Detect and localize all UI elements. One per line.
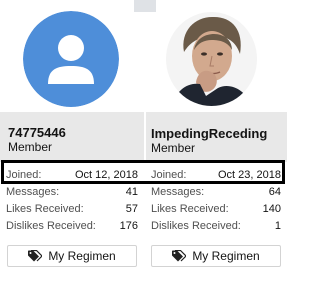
tag-icon xyxy=(172,250,187,262)
tag-icon xyxy=(28,250,43,262)
default-avatar-icon[interactable] xyxy=(23,11,119,107)
stat-label: Likes Received: xyxy=(6,203,84,215)
member-card-74775446: 74775446 Member Joined: Oct 12, 2018 Mes… xyxy=(0,0,146,282)
card-corner xyxy=(144,0,156,12)
stat-label: Messages: xyxy=(6,186,60,198)
stat-value: 1 xyxy=(274,220,281,232)
stat-label: Likes Received: xyxy=(151,203,229,215)
stat-value: 176 xyxy=(119,220,138,232)
stat-value[interactable]: 64 xyxy=(269,184,281,201)
stat-value[interactable]: 41 xyxy=(126,184,138,201)
username-link[interactable]: 74775446 xyxy=(8,125,66,140)
user-photo-avatar[interactable] xyxy=(166,12,257,106)
stat-value: 57 xyxy=(125,203,138,215)
member-card-impedingreceding: ImpedingReceding Member Joined: Oct 23, … xyxy=(144,0,287,282)
button-label: My Regimen xyxy=(192,249,260,263)
stat-messages: Messages: 64 xyxy=(151,184,281,201)
stat-likes-received: Likes Received: 140 xyxy=(151,201,281,218)
joined-row-highlight-box xyxy=(1,160,285,184)
button-label: My Regimen xyxy=(48,249,116,263)
stat-messages: Messages: 41 xyxy=(6,184,138,201)
stat-dislikes-received: Dislikes Received: 1 xyxy=(151,218,281,235)
user-title: Member xyxy=(8,140,53,154)
user-title: Member xyxy=(151,141,196,155)
my-regimen-button[interactable]: My Regimen xyxy=(151,245,281,267)
stat-label: Messages: xyxy=(151,186,205,198)
stat-dislikes-received: Dislikes Received: 176 xyxy=(6,218,138,235)
stat-label: Dislikes Received: xyxy=(151,220,241,232)
username-link[interactable]: ImpedingReceding xyxy=(151,126,267,141)
stat-likes-received: Likes Received: 57 xyxy=(6,201,138,218)
stat-value: 140 xyxy=(262,203,281,215)
my-regimen-button[interactable]: My Regimen xyxy=(7,245,137,267)
stat-label: Dislikes Received: xyxy=(6,220,96,232)
